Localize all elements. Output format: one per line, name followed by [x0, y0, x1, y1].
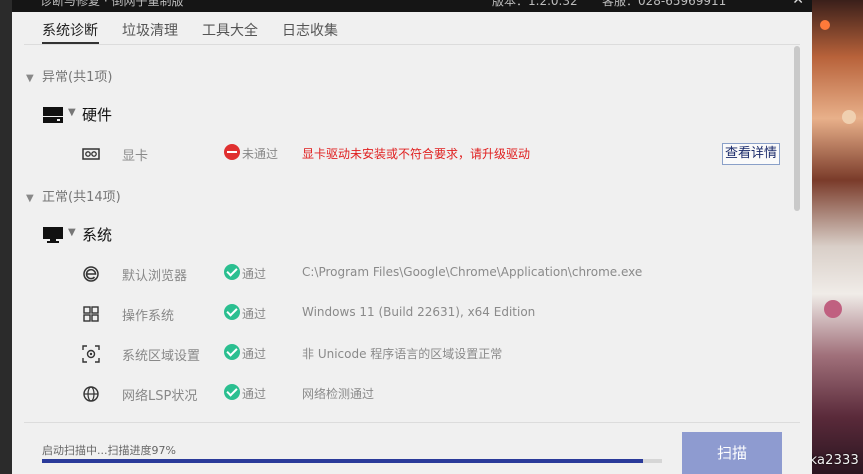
monitor-icon: [43, 227, 63, 243]
scan-button[interactable]: 扫描: [682, 432, 782, 474]
check-icon: [224, 344, 240, 360]
item-name: 系统区域设置: [122, 349, 201, 364]
window-left-edge: [0, 0, 12, 474]
footer-divider: [24, 422, 800, 423]
item-status: 通过: [242, 267, 267, 281]
globe-icon: [83, 386, 99, 402]
service-label: 客服：028-65969911: [602, 0, 727, 8]
tab-junk-cleanup[interactable]: 垃圾清理: [122, 20, 178, 40]
item-detail: 非 Unicode 程序语言的区域设置正常: [302, 347, 503, 361]
desktop-wallpaper: [812, 0, 863, 474]
item-status: 未通过: [242, 147, 279, 161]
browser-icon: [83, 266, 99, 282]
progress-label: 启动扫描中...扫描进度97%: [42, 444, 176, 457]
tab-divider: [24, 44, 800, 45]
section-abnormal-label: 异常(共1项): [42, 70, 113, 85]
check-icon: [224, 304, 240, 320]
item-name: 网络LSP状况: [122, 389, 198, 404]
item-status: 通过: [242, 387, 267, 401]
chevron-down-icon: ▼: [68, 107, 76, 118]
wallpaper-decoration: [824, 300, 842, 318]
chevron-down-icon: ▼: [26, 193, 34, 204]
item-detail: 显卡驱动未安装或不符合要求，请升级驱动: [302, 147, 531, 161]
gpu-icon: [82, 148, 100, 160]
tab-bar: 系统诊断 垃圾清理 工具大全 日志收集: [12, 12, 812, 46]
list-item: 默认浏览器 通过 C:\Program Files\Google\Chrome\…: [12, 263, 792, 285]
item-detail: Windows 11 (Build 22631), x64 Edition: [302, 305, 536, 319]
group-system[interactable]: ▼ 系统: [42, 226, 242, 248]
group-system-label: 系统: [82, 226, 113, 244]
view-details-button[interactable]: 查看详情: [722, 143, 781, 165]
fail-icon: [224, 144, 240, 160]
section-normal-header[interactable]: ▼ 正常(共14项): [26, 186, 121, 205]
group-hardware[interactable]: ▼ 硬件: [42, 106, 242, 128]
tab-tools[interactable]: 工具大全: [202, 20, 258, 40]
title-bar: 诊断与修复 · 倒网子重制版 版本：1.2.0.32 客服：028-659699…: [12, 0, 812, 12]
diagnosis-window: 系统诊断 垃圾清理 工具大全 日志收集 ▼ 异常(共1项) ▼ 硬件 显卡 未通过…: [12, 12, 812, 474]
tab-system-diagnosis[interactable]: 系统诊断: [42, 20, 98, 40]
list-item: 操作系统 通过 Windows 11 (Build 22631), x64 Ed…: [12, 303, 792, 325]
app-title: 诊断与修复 · 倒网子重制版: [40, 0, 184, 8]
wallpaper-decoration: [842, 110, 856, 124]
group-hardware-label: 硬件: [82, 106, 113, 124]
item-status: 通过: [242, 347, 267, 361]
list-item: 系统区域设置 通过 非 Unicode 程序语言的区域设置正常: [12, 343, 792, 365]
wallpaper-decoration: [820, 20, 830, 30]
chevron-down-icon: ▼: [26, 73, 34, 84]
scrollbar-thumb[interactable]: [794, 46, 800, 211]
progress-bar-fill: [42, 459, 644, 463]
progress-bar: [42, 459, 662, 463]
os-icon: [83, 306, 99, 322]
list-item: 网络LSP状况 通过 网络检测通过: [12, 383, 792, 405]
section-abnormal-header[interactable]: ▼ 异常(共1项): [26, 66, 112, 85]
item-detail: C:\Program Files\Google\Chrome\Applicati…: [302, 265, 643, 279]
item-name: 默认浏览器: [122, 269, 188, 284]
version-label: 版本：1.2.0.32: [492, 0, 578, 8]
item-name: 操作系统: [122, 309, 175, 324]
item-status: 通过: [242, 307, 267, 321]
close-icon[interactable]: ✕: [792, 0, 804, 8]
item-name: 显卡: [122, 149, 149, 164]
section-normal-label: 正常(共14项): [42, 190, 121, 205]
check-icon: [224, 264, 240, 280]
check-icon: [224, 384, 240, 400]
list-item: 显卡 未通过 显卡驱动未安装或不符合要求，请升级驱动 查看详情: [12, 143, 792, 165]
hardware-icon: [43, 107, 63, 123]
tab-log-collection[interactable]: 日志收集: [282, 20, 338, 40]
region-icon: [82, 345, 100, 363]
item-detail: 网络检测通过: [302, 387, 375, 401]
chevron-down-icon: ▼: [68, 227, 76, 238]
